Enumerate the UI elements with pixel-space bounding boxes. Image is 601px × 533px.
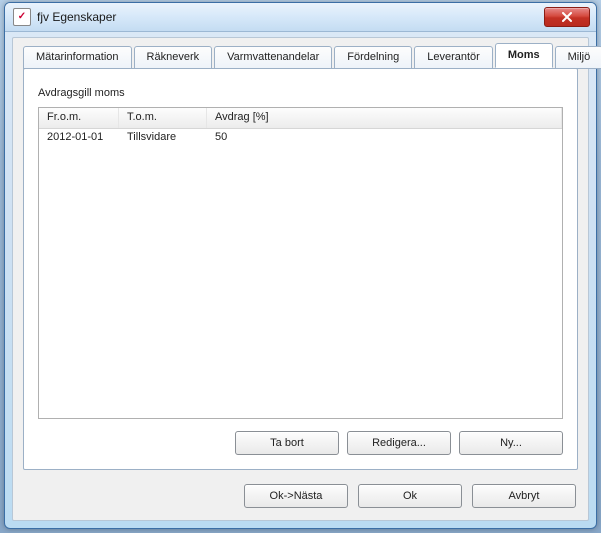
remove-button[interactable]: Ta bort — [235, 431, 339, 455]
close-button[interactable] — [544, 7, 590, 27]
cell-to: Tillsvidare — [119, 129, 207, 147]
tab-varmvattenandelar[interactable]: Varmvattenandelar — [214, 46, 332, 69]
grid-buttons: Ta bort Redigera... Ny... — [235, 431, 563, 455]
new-button[interactable]: Ny... — [459, 431, 563, 455]
tab-leverantor[interactable]: Leverantör — [414, 46, 493, 69]
tabpage-moms: Avdragsgill moms Fr.o.m. T.o.m. Avdrag [… — [23, 68, 578, 470]
edit-button[interactable]: Redigera... — [347, 431, 451, 455]
col-header-deduct[interactable]: Avdrag [%] — [207, 108, 562, 128]
ok-next-button[interactable]: Ok->Nästa — [244, 484, 348, 508]
tabstrip: Mätarinformation Räkneverk Varmvattenand… — [23, 46, 578, 68]
tab-rakneverk[interactable]: Räkneverk — [134, 46, 213, 69]
titlebar: ✓ fjv Egenskaper — [5, 3, 596, 32]
tab-miljo[interactable]: Miljö — [555, 46, 601, 69]
grid-header: Fr.o.m. T.o.m. Avdrag [%] — [39, 108, 562, 129]
client-area: Mätarinformation Räkneverk Varmvattenand… — [12, 37, 589, 521]
tab-fordelning[interactable]: Fördelning — [334, 46, 412, 69]
tab-moms[interactable]: Moms — [495, 43, 553, 68]
close-icon — [562, 12, 572, 22]
app-icon: ✓ — [13, 8, 31, 26]
window-title: fjv Egenskaper — [37, 10, 544, 24]
ok-button[interactable]: Ok — [358, 484, 462, 508]
dialog-buttons: Ok->Nästa Ok Avbryt — [244, 484, 576, 508]
col-header-to[interactable]: T.o.m. — [119, 108, 207, 128]
cell-from: 2012-01-01 — [39, 129, 119, 147]
dialog-window: ✓ fjv Egenskaper Mätarinformation Räknev… — [4, 2, 597, 529]
section-label: Avdragsgill moms — [38, 87, 125, 99]
moms-grid[interactable]: Fr.o.m. T.o.m. Avdrag [%] 2012-01-01 Til… — [38, 107, 563, 419]
cancel-button[interactable]: Avbryt — [472, 484, 576, 508]
table-row[interactable]: 2012-01-01 Tillsvidare 50 — [39, 129, 562, 147]
tab-matarinformation[interactable]: Mätarinformation — [23, 46, 132, 69]
cell-deduct: 50 — [207, 129, 562, 147]
col-header-from[interactable]: Fr.o.m. — [39, 108, 119, 128]
